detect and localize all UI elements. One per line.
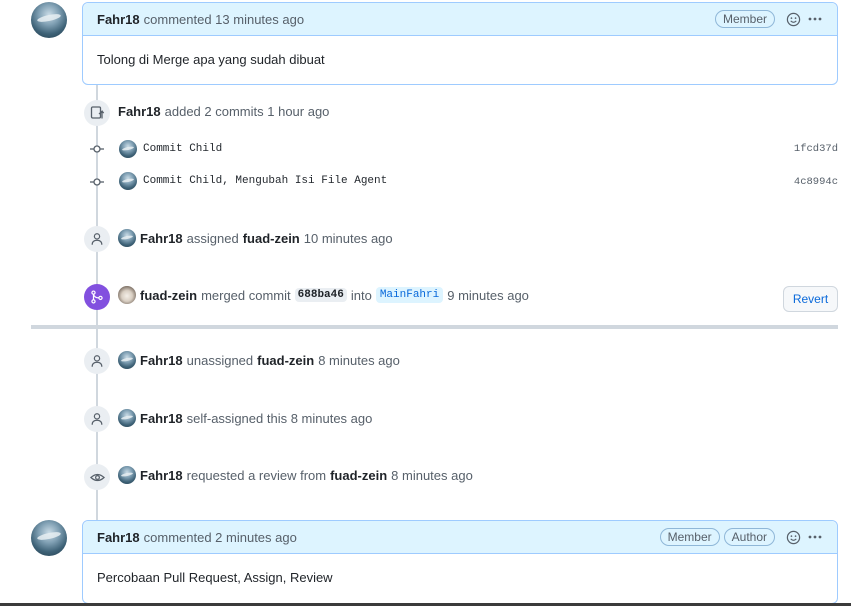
avatar[interactable] [118,229,136,247]
person-badge [84,406,110,432]
comment-header: Fahr18 commented 13 minutes ago Member [83,3,837,36]
commit-sha[interactable]: 1fcd37d [794,143,838,155]
person-icon [91,413,103,425]
unassign-event: Fahr18 unassigned fuad-zein 8 minutes ag… [118,351,400,369]
member-badge: Member [714,10,775,28]
push-badge [84,100,110,126]
smiley-icon[interactable] [785,11,801,27]
avatar[interactable] [31,520,67,556]
event-text: added 2 commits 1 hour ago [164,104,330,119]
comment-body: Percobaan Pull Request, Assign, Review [97,570,333,585]
event-actor[interactable]: Fahr18 [140,468,183,483]
event-actor[interactable]: Fahr18 [118,104,161,119]
commit-icon [90,142,104,156]
event-text: self-assigned this 8 minutes ago [186,410,373,426]
branch-name[interactable]: MainFahri [375,287,444,303]
event-time[interactable]: 8 minutes ago [391,468,473,483]
push-icon [90,106,105,119]
event-target[interactable]: fuad-zein [243,231,300,246]
event-into: into [350,287,372,303]
member-badge: Member [659,528,720,546]
commit-row: Commit Child, Mengubah Isi File Agent [119,172,387,190]
comment-header: Fahr18 commented 2 minutes ago Member Au… [83,521,837,554]
avatar[interactable] [118,351,136,369]
event-verb: merged commit [201,287,291,303]
commits-event: Fahr18 added 2 commits 1 hour ago [118,104,329,119]
event-actor[interactable]: Fahr18 [140,231,183,246]
commit-message[interactable]: Commit Child, Mengubah Isi File Agent [143,175,387,187]
eye-badge [84,464,110,490]
selfassign-event: Fahr18 self-assigned this 8 minutes ago [118,409,372,427]
assign-event: Fahr18 assigned fuad-zein 10 minutes ago [118,229,393,247]
avatar[interactable] [118,466,136,484]
commit-sha[interactable]: 4c8994c [794,176,838,188]
event-verb: assigned [186,230,239,246]
event-actor[interactable]: fuad-zein [140,288,197,303]
kebab-icon[interactable] [807,529,823,545]
merge-event: fuad-zein merged commit 688ba46 into Mai… [118,286,529,304]
eye-icon [89,473,105,481]
person-badge [84,226,110,252]
merge-commit-sha[interactable]: 688ba46 [294,288,347,302]
commit-message[interactable]: Commit Child [143,143,222,155]
comment-timestamp[interactable]: commented 2 minutes ago [144,530,297,545]
timeline-divider [31,325,838,329]
event-time[interactable]: 8 minutes ago [318,353,400,368]
kebab-icon[interactable] [807,11,823,27]
comment-box: Fahr18 commented 13 minutes ago Member T… [82,2,838,85]
comment-box: Fahr18 commented 2 minutes ago Member Au… [82,520,838,604]
person-icon [91,233,103,245]
avatar[interactable] [119,172,137,190]
revert-button[interactable]: Revert [783,286,838,312]
author-badge: Author [723,528,775,546]
avatar[interactable] [31,2,67,38]
smiley-icon[interactable] [785,529,801,545]
review-event: Fahr18 requested a review from fuad-zein… [118,466,473,484]
event-target[interactable]: fuad-zein [330,468,387,483]
comment-body: Tolong di Merge apa yang sudah dibuat [97,52,325,67]
avatar[interactable] [118,286,136,304]
commit-row: Commit Child [119,140,222,158]
comment-timestamp[interactable]: commented 13 minutes ago [144,12,304,27]
commit-icon [90,175,104,189]
merge-icon [91,290,103,304]
avatar[interactable] [119,140,137,158]
event-verb: unassigned [186,352,254,368]
event-actor[interactable]: Fahr18 [140,411,183,426]
event-verb: requested a review from [186,467,327,483]
merge-badge [84,284,110,310]
avatar[interactable] [118,409,136,427]
event-time[interactable]: 9 minutes ago [447,288,529,303]
comment-author[interactable]: Fahr18 [97,530,140,545]
comment-author[interactable]: Fahr18 [97,12,140,27]
event-actor[interactable]: Fahr18 [140,353,183,368]
person-icon [91,355,103,367]
person-badge [84,348,110,374]
event-target[interactable]: fuad-zein [257,353,314,368]
event-time[interactable]: 10 minutes ago [304,231,393,246]
